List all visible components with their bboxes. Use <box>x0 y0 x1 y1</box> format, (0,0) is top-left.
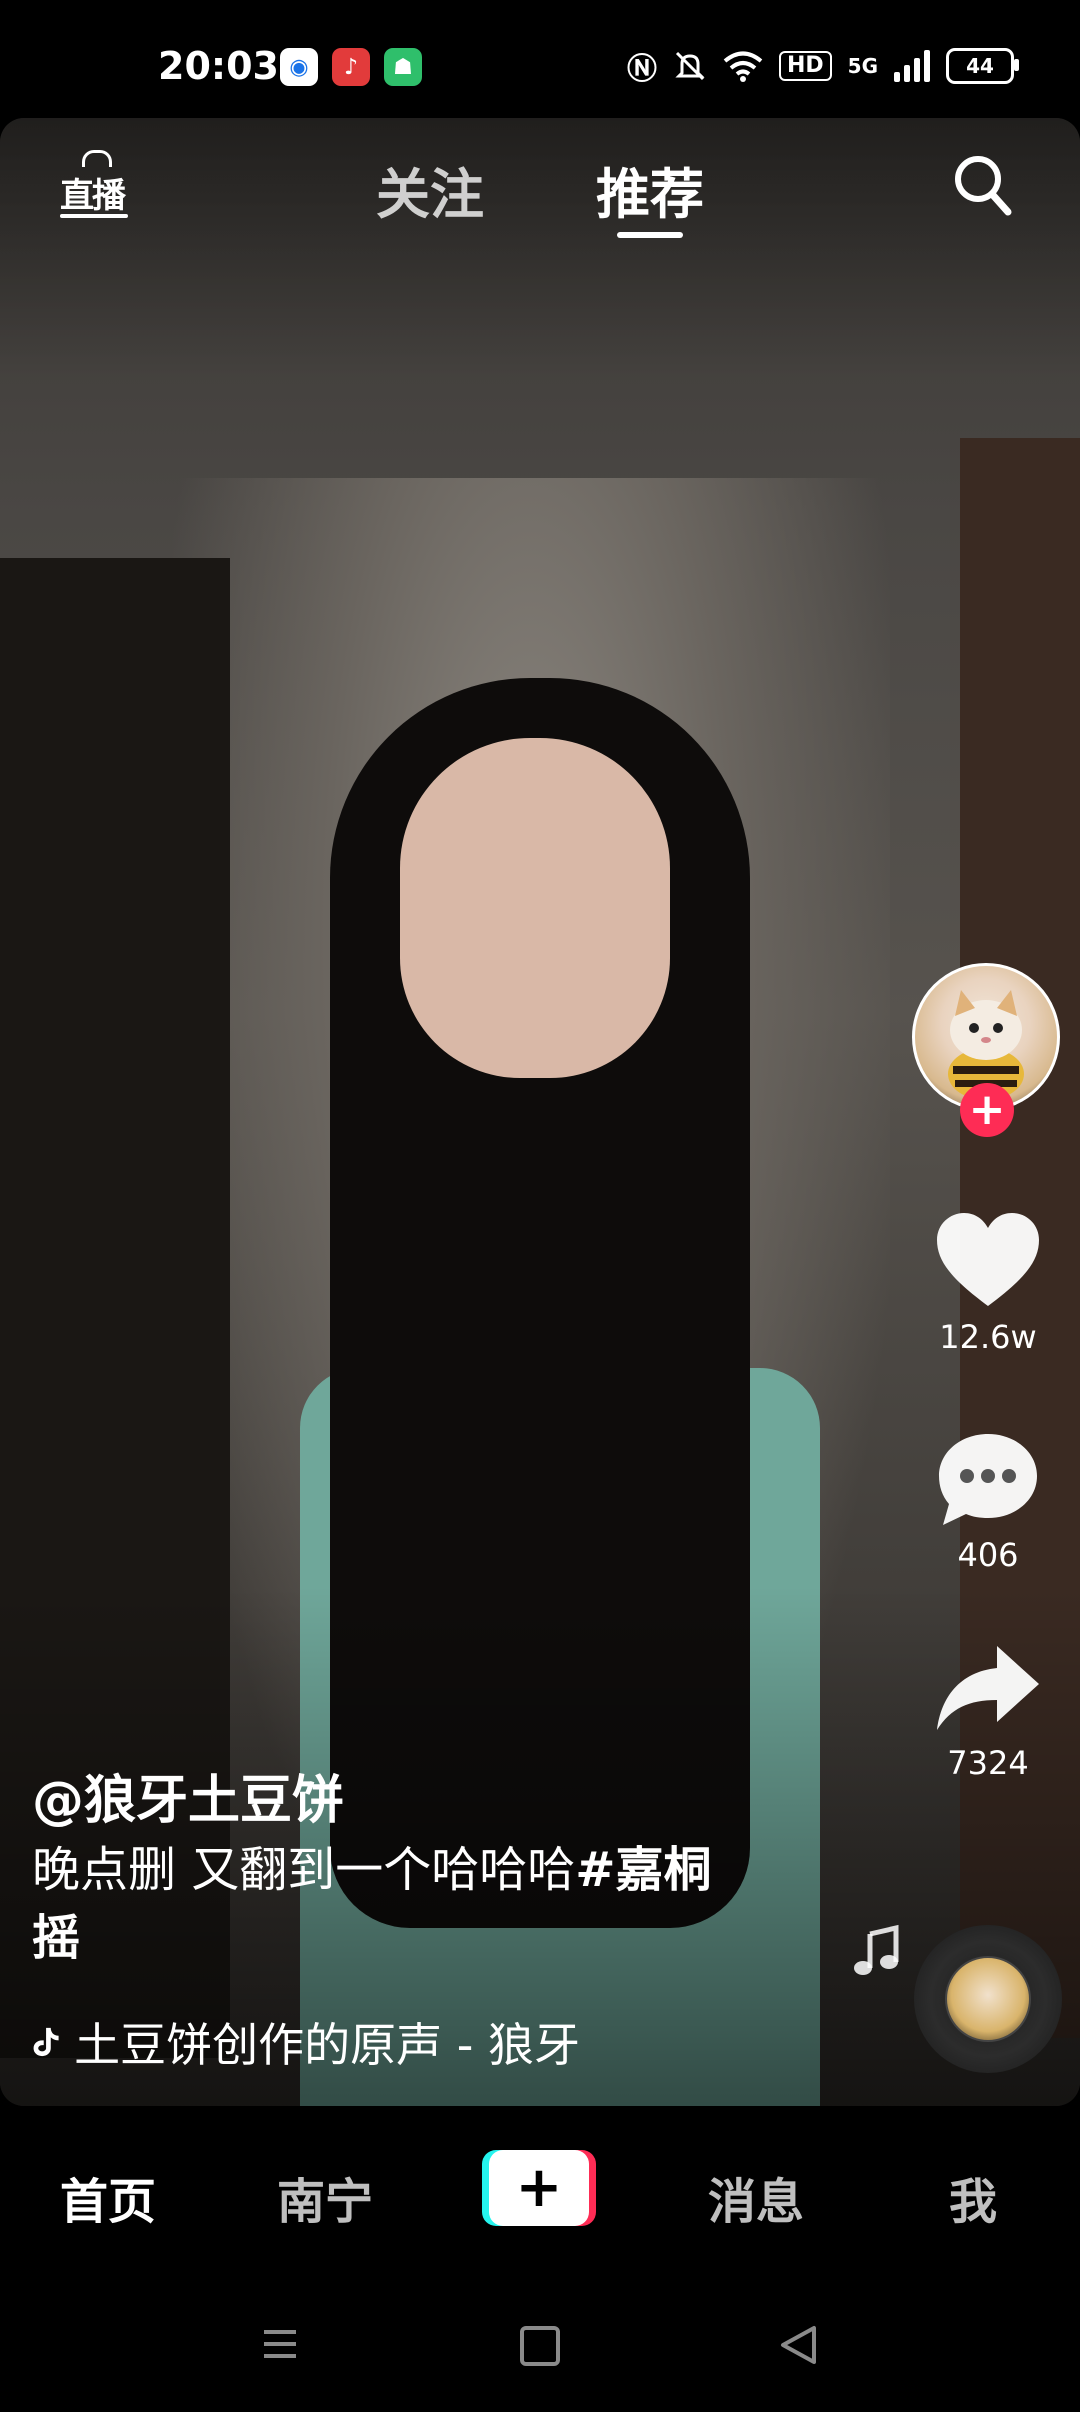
nfc-icon: Ⓝ <box>626 52 657 87</box>
author-avatar-wrap[interactable]: + <box>912 963 1060 1137</box>
music-disc-button[interactable] <box>914 1925 1062 2073</box>
system-nav-bar <box>0 2286 1080 2412</box>
recents-icon[interactable] <box>262 2326 298 2362</box>
author-name[interactable]: @狼牙土豆饼 <box>32 1758 344 1833</box>
hd-badge: HD <box>778 51 832 81</box>
comment-button[interactable]: 406 <box>918 1428 1058 1574</box>
sound-title: 土豆饼创作的原声 - 狼牙 <box>74 2018 580 2072</box>
follow-button[interactable]: + <box>960 1083 1014 1137</box>
comment-count: 406 <box>957 1536 1019 1574</box>
tab-following[interactable]: 关注 <box>376 150 484 229</box>
notification-app-icon: ◉ <box>280 48 318 86</box>
like-button[interactable]: 12.6w <box>918 1210 1058 1356</box>
nav-me[interactable]: 我 <box>949 2162 997 2232</box>
description-text: 晚点删 又翻到一个哈哈哈 <box>32 1842 576 1898</box>
battery-icon: 44 <box>946 48 1019 84</box>
video-description: 晚点删 又翻到一个哈哈哈#嘉桐摇 <box>32 1836 752 1972</box>
create-plus-icon: + <box>489 2150 589 2226</box>
share-arrow-icon <box>937 1646 1039 1730</box>
nav-city[interactable]: 南宁 <box>277 2162 373 2232</box>
heart-icon <box>937 1213 1039 1306</box>
android-app-icon: ☗ <box>384 48 422 86</box>
active-tab-indicator <box>617 232 683 238</box>
video-person-face <box>400 738 670 1078</box>
live-underline <box>60 214 128 218</box>
tab-recommended[interactable]: 推荐 <box>596 150 704 229</box>
clock: 20:03 <box>158 44 279 88</box>
home-icon[interactable] <box>520 2326 560 2366</box>
share-button[interactable]: 7324 <box>918 1640 1058 1782</box>
live-button[interactable]: 直播 <box>60 150 130 218</box>
bottom-nav: 首页 南宁 + 消息 我 <box>0 2106 1080 2286</box>
back-icon[interactable] <box>778 2324 818 2366</box>
live-label: 直播 <box>60 176 126 216</box>
music-disc-cover <box>945 1956 1031 2042</box>
create-button[interactable]: + <box>482 2150 596 2226</box>
like-count: 12.6w <box>939 1318 1037 1356</box>
comment-icon <box>939 1434 1037 1525</box>
nav-home[interactable]: 首页 <box>60 2162 156 2232</box>
signal-icon <box>894 50 930 82</box>
music-app-icon: ♪ <box>332 48 370 86</box>
sound-link[interactable]: 土豆饼创作的原声 - 狼牙 <box>32 2012 580 2072</box>
live-tv-icon <box>82 150 112 167</box>
music-note-icon <box>854 1924 899 1975</box>
tiktok-note-icon <box>33 2027 59 2057</box>
battery-level: 44 <box>966 54 994 78</box>
share-count: 7324 <box>947 1744 1029 1782</box>
network-type: 5G <box>847 54 878 78</box>
status-bar: 20:03 ◉ ♪ ☗ Ⓝ HD 5G 44 <box>0 0 1080 120</box>
wifi-icon <box>723 51 763 82</box>
status-icons: Ⓝ HD 5G 44 <box>626 44 1019 88</box>
search-icon[interactable] <box>952 152 1012 218</box>
mute-icon <box>675 51 705 81</box>
nav-messages[interactable]: 消息 <box>708 2162 804 2232</box>
top-shade <box>0 118 1080 378</box>
